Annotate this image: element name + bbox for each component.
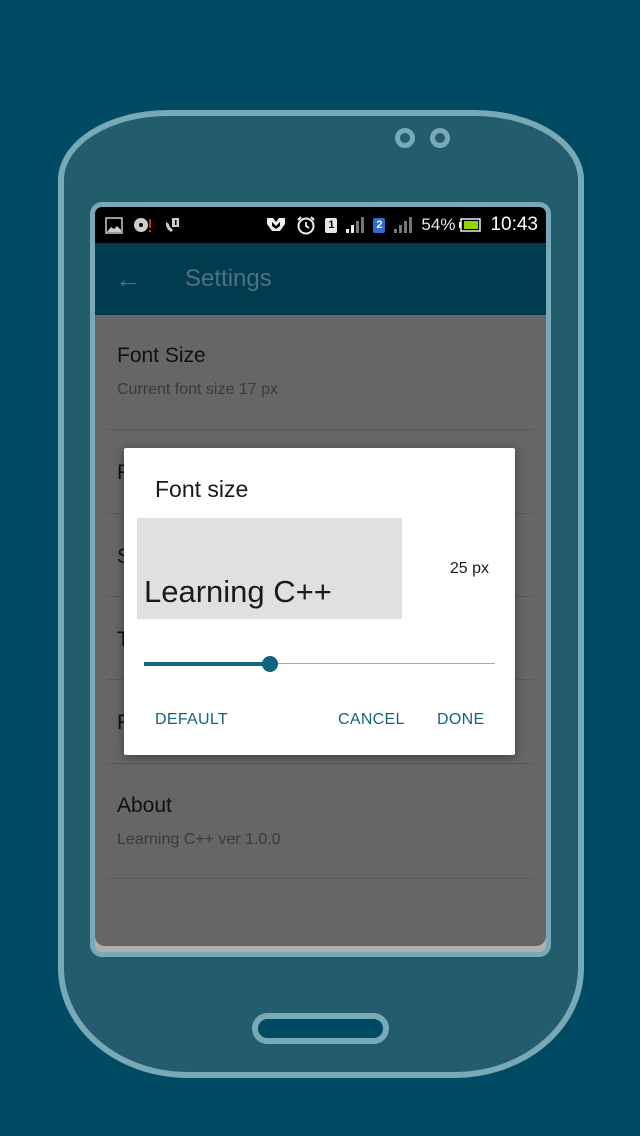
back-arrow-icon[interactable]: ← [115,266,143,292]
settings-item-font-size[interactable]: Font Size Current font size 17 px [107,315,534,430]
battery-icon [459,218,482,232]
page-title: Settings [185,265,272,292]
gallery-icon [105,216,123,234]
sim2-badge: 2 [373,217,386,233]
item-subtitle: Learning C++ ver 1.0.0 [117,831,281,848]
sim1-signal-icon [346,217,365,233]
font-preview-box: Learning C++ [137,518,402,619]
default-button[interactable]: DEFAULT [155,711,228,729]
speaker-dot-icon [395,128,415,148]
font-size-value: 25 px [449,560,489,577]
font-size-slider[interactable] [144,652,495,676]
item-title: About [117,794,172,817]
slider-thumb[interactable] [262,656,279,672]
item-title: Font Size [117,344,206,367]
battery-percent: 54% [421,215,456,234]
font-size-dialog: Font size Learning C++ 25 px DEFAULT CAN… [124,448,515,755]
slider-fill [144,662,271,666]
status-bar: 1 2 54% 10:43 [95,207,546,243]
font-preview-text: Learning C++ [144,574,332,609]
dialog-title: Font size [155,476,249,502]
sync-alert-icon [134,218,151,232]
alarm-icon [297,216,316,235]
done-button[interactable]: DONE [437,711,484,729]
app-bar: ← Settings [95,243,546,315]
settings-item-about[interactable]: About Learning C++ ver 1.0.0 [107,764,534,879]
item-subtitle: Current font size 17 px [117,381,278,398]
camera-dot-icon [430,128,450,148]
clock: 10:43 [490,214,538,235]
sim2-signal-icon [394,217,413,233]
call-alert-icon [165,218,179,232]
sim1-badge: 1 [325,217,338,233]
cancel-button[interactable]: CANCEL [338,711,405,729]
home-button[interactable] [252,1013,389,1044]
cast-icon [267,218,286,231]
